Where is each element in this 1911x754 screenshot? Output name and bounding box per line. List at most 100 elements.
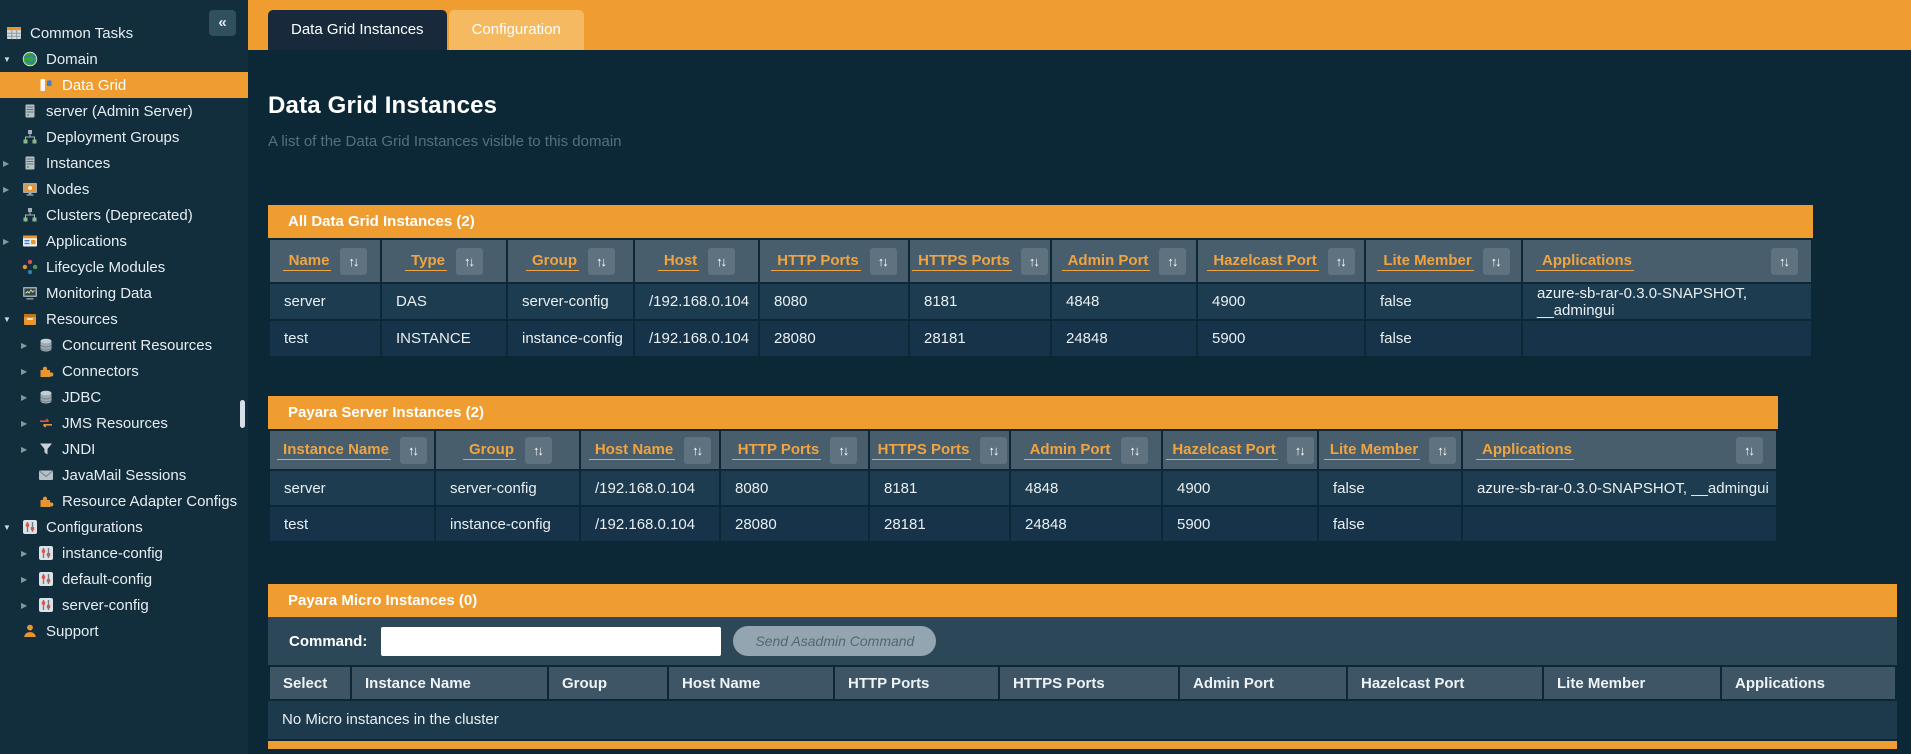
send-asadmin-command-button[interactable]: Send Asadmin Command [733,626,936,656]
tree-collapsed-arrow-icon[interactable]: ▶ [3,159,22,168]
sort-toggle-icon[interactable]: ↑↓ [1287,437,1314,464]
sidebar-item-label: Applications [46,233,127,250]
all-data-grid-instances-section: All Data Grid Instances (2) Name↑↓Type↑↓… [268,205,1813,358]
sidebar-item-concurrent-resources[interactable]: ▶Concurrent Resources [0,332,248,358]
sidebar-scrollbar-thumb[interactable] [240,400,245,428]
sort-toggle-icon[interactable]: ↑↓ [1736,437,1763,464]
sidebar-item-javamail-sessions[interactable]: JavaMail Sessions [0,462,248,488]
micro-column-header-https-ports: HTTPS Ports [999,666,1179,700]
payara-server-instances-section: Payara Server Instances (2) Instance Nam… [268,396,1778,543]
sort-toggle-icon[interactable]: ↑↓ [1429,437,1456,464]
tab-data-grid-instances[interactable]: Data Grid Instances [268,10,447,50]
sort-toggle-icon[interactable]: ↑↓ [1771,248,1798,275]
tree-collapsed-arrow-icon[interactable]: ▶ [21,341,38,350]
sidebar-item-clusters-deprecated[interactable]: Clusters (Deprecated) [0,202,248,228]
tree-collapsed-arrow-icon[interactable]: ▶ [21,549,38,558]
sort-toggle-icon[interactable]: ↑↓ [525,437,552,464]
sort-toggle-icon[interactable]: ↑↓ [588,248,615,275]
sidebar-item-default-config[interactable]: ▶default-config [0,566,248,592]
sort-link-group[interactable]: Group [463,441,516,460]
configurations-icon [22,519,38,535]
sort-link-admin-port[interactable]: Admin Port [1024,441,1113,460]
sort-toggle-icon[interactable]: ↑↓ [684,437,711,464]
sort-toggle-icon[interactable]: ↑↓ [980,437,1007,464]
sidebar-item-lifecycle-modules[interactable]: Lifecycle Modules [0,254,248,280]
sort-toggle-icon[interactable]: ↑↓ [1021,248,1048,275]
tree-expanded-arrow-icon[interactable]: ▼ [3,523,22,532]
sidebar-item-resource-adapter-configs[interactable]: Resource Adapter Configs [0,488,248,514]
tree-collapsed-arrow-icon[interactable]: ▶ [3,237,22,246]
sort-toggle-icon[interactable]: ↑↓ [456,248,483,275]
sidebar-item-server-config[interactable]: ▶server-config [0,592,248,618]
sidebar-item-instances[interactable]: ▶ Instances [0,150,248,176]
sidebar-item-jms-resources[interactable]: ▶JMS Resources [0,410,248,436]
column-header-admin-port: Admin Port ↑↓ [1010,430,1162,470]
sidebar-item-nodes[interactable]: ▶Nodes [0,176,248,202]
sort-toggle-icon[interactable]: ↑↓ [1121,437,1148,464]
sidebar-item-resources[interactable]: ▼Resources [0,306,248,332]
cell-host: /192.168.0.104 [634,320,759,357]
sort-toggle-icon[interactable]: ↑↓ [340,248,367,275]
sidebar-item-support[interactable]: Support [0,618,248,644]
sort-link-lite-member[interactable]: Lite Member [1324,441,1420,460]
sidebar-item-applications[interactable]: ▶ Applications [0,228,248,254]
sidebar-collapse-button[interactable]: « [209,10,236,36]
sort-link-host[interactable]: Host [658,252,699,271]
sort-link-host-name[interactable]: Host Name [589,441,675,460]
sidebar-item-monitoring-data[interactable]: Monitoring Data [0,280,248,306]
sidebar-item-label: instance-config [62,545,163,562]
sort-link-hazelcast-port[interactable]: Hazelcast Port [1207,252,1318,271]
column-header-row: Name ↑↓ Type ↑↓ Group ↑↓ Host ↑↓ HTTP Ports ↑↓ HTT… [269,239,1812,283]
main-panel: Data Grid Instances Configuration Data G… [248,0,1911,754]
sort-link-https-ports[interactable]: HTTPS Ports [912,252,1012,271]
tree-expanded-arrow-icon[interactable]: ▼ [3,55,22,64]
sidebar-item-instance-config[interactable]: ▶ instance-config [0,540,248,566]
tree-collapsed-arrow-icon[interactable]: ▶ [21,367,38,376]
tree-expanded-arrow-icon[interactable]: ▼ [3,315,22,324]
sort-link-lite-member[interactable]: Lite Member [1377,252,1473,271]
sort-toggle-icon[interactable]: ↑↓ [830,437,857,464]
sort-link-https-ports[interactable]: HTTPS Ports [872,441,972,460]
sort-toggle-icon[interactable]: ↑↓ [1328,248,1355,275]
tree-collapsed-arrow-icon[interactable]: ▶ [21,419,38,428]
sidebar-item-connectors[interactable]: ▶Connectors [0,358,248,384]
sidebar-item-data-grid[interactable]: Data Grid [0,72,248,98]
tree-collapsed-arrow-icon[interactable]: ▶ [21,445,38,454]
sidebar-item-jdbc[interactable]: ▶JDBC [0,384,248,410]
sort-toggle-icon[interactable]: ↑↓ [1483,248,1510,275]
sort-link-admin-port[interactable]: Admin Port [1062,252,1151,271]
sort-link-http-ports[interactable]: HTTP Ports [732,441,821,460]
sort-link-group[interactable]: Group [526,252,579,271]
micro-empty-message: No Micro instances in the cluster [268,701,1897,739]
tree-collapsed-arrow-icon[interactable]: ▶ [21,393,38,402]
sort-link-http-ports[interactable]: HTTP Ports [771,252,860,271]
sort-toggle-icon[interactable]: ↑↓ [400,437,427,464]
cell-http-ports: 8080 [759,283,909,320]
sort-link-hazelcast-port[interactable]: Hazelcast Port [1166,441,1277,460]
sidebar-item-label: Instances [46,155,110,172]
sidebar-item-deployment-groups[interactable]: Deployment Groups [0,124,248,150]
sidebar-item-jndi[interactable]: ▶JNDI [0,436,248,462]
sidebar-item-domain[interactable]: ▼Domain [0,46,248,72]
cell-instance-name: test [269,506,435,542]
cell-host-name: /192.168.0.104 [580,506,720,542]
sort-link-name[interactable]: Name [283,252,332,271]
tree-collapsed-arrow-icon[interactable]: ▶ [3,185,22,194]
command-input[interactable] [381,627,721,656]
instances-icon [22,155,38,171]
sort-toggle-icon[interactable]: ↑↓ [1159,248,1186,275]
column-header-host-name: Host Name ↑↓ [580,430,720,470]
sort-link-applications[interactable]: Applications [1536,252,1634,271]
applications-icon [22,233,38,249]
sort-link-type[interactable]: Type [405,252,447,271]
sidebar-item-server-admin-server[interactable]: server (Admin Server) [0,98,248,124]
tree-collapsed-arrow-icon[interactable]: ▶ [21,601,38,610]
sort-link-instance-name[interactable]: Instance Name [277,441,391,460]
tree-collapsed-arrow-icon[interactable]: ▶ [21,575,38,584]
sidebar-item-label: Configurations [46,519,143,536]
tab-configuration[interactable]: Configuration [449,10,584,50]
sort-toggle-icon[interactable]: ↑↓ [708,248,735,275]
sort-toggle-icon[interactable]: ↑↓ [870,248,897,275]
sidebar-item-configurations[interactable]: ▼ Configurations [0,514,248,540]
sort-link-applications[interactable]: Applications [1476,441,1574,460]
